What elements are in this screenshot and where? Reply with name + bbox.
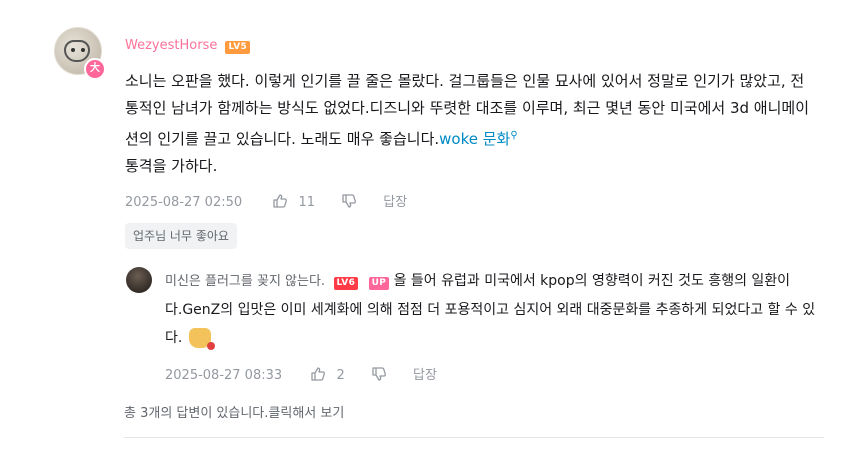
reply-text: 미신은 플러그를 꽂지 않는다. LV6 UP 올 들어 유럽과 미국에서 kp…: [165, 267, 825, 352]
like-icon[interactable]: [310, 366, 326, 386]
reply-date: 2025-08-27 08:33: [165, 368, 283, 383]
reply-avatar[interactable]: [126, 267, 152, 293]
like-count: 2: [336, 368, 345, 383]
comment-username-row: WezyestHorse LV5: [125, 38, 251, 54]
cat-emoji-icon: [188, 328, 215, 350]
like-count: 11: [298, 195, 315, 210]
dislike-icon[interactable]: [341, 193, 357, 213]
reply-meta: 2025-08-27 08:33 2 답장: [165, 364, 437, 386]
reply-username[interactable]: 미신은 플러그를 꽂지 않는다.: [165, 274, 325, 289]
level-badge: LV6: [333, 277, 359, 290]
avatar-face: [64, 40, 90, 62]
level-badge: LV5: [225, 41, 251, 54]
avatar-eye: [71, 48, 75, 52]
comment-username[interactable]: WezyestHorse: [125, 38, 217, 53]
search-icon[interactable]: ⚲: [510, 130, 517, 141]
comment-date: 2025-08-27 02:50: [125, 195, 243, 210]
reply-button[interactable]: 답장: [383, 195, 407, 210]
view-more-replies[interactable]: 총 3개의 답변이 있습니다.클릭해서 보기: [124, 402, 344, 421]
divider: [124, 437, 824, 438]
comment-tag: 업주님 너무 좋아요: [125, 223, 237, 249]
comment-text: 소니는 오판을 했다. 이렇게 인기를 끌 줄은 몰랐다. 걸그룹들은 인물 묘…: [125, 68, 815, 180]
up-badge: UP: [368, 277, 390, 290]
avatar-badge: 大: [84, 58, 106, 80]
comment-meta: 2025-08-27 02:50 11 답장: [125, 191, 407, 213]
comment-body-end: 통격을 가하다.: [125, 157, 218, 175]
keyword-link[interactable]: woke 문화: [439, 130, 510, 148]
like-icon[interactable]: [272, 193, 288, 213]
avatar-eye: [81, 48, 85, 52]
reply-button[interactable]: 답장: [413, 368, 437, 383]
dislike-icon[interactable]: [371, 366, 387, 386]
